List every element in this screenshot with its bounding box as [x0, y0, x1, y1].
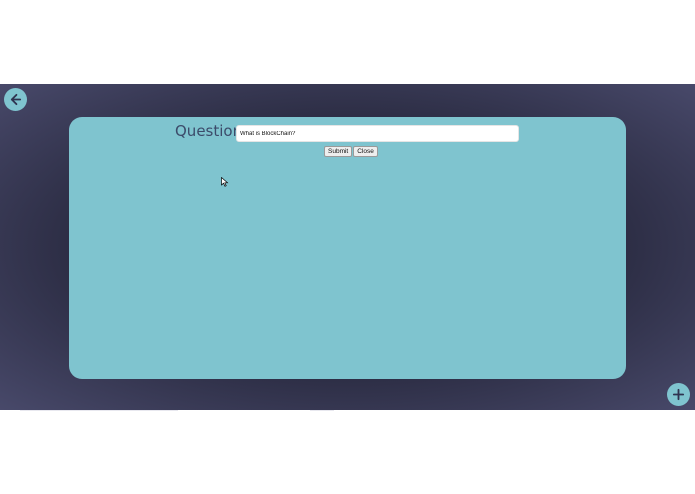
- app-canvas: Question: Submit Close: [0, 84, 695, 410]
- back-button[interactable]: [4, 88, 27, 111]
- submit-button[interactable]: Submit: [324, 146, 353, 157]
- plus-icon: [672, 388, 685, 401]
- bottom-divider: [310, 410, 334, 411]
- question-input[interactable]: [236, 125, 519, 142]
- mouse-cursor-icon: [221, 177, 229, 187]
- arrow-left-icon: [10, 93, 22, 106]
- question-dialog: Question: Submit Close: [69, 117, 626, 379]
- add-button[interactable]: [667, 383, 690, 406]
- bottom-divider: [20, 410, 178, 411]
- dialog-actions: Submit Close: [324, 146, 378, 157]
- close-button[interactable]: Close: [353, 146, 378, 157]
